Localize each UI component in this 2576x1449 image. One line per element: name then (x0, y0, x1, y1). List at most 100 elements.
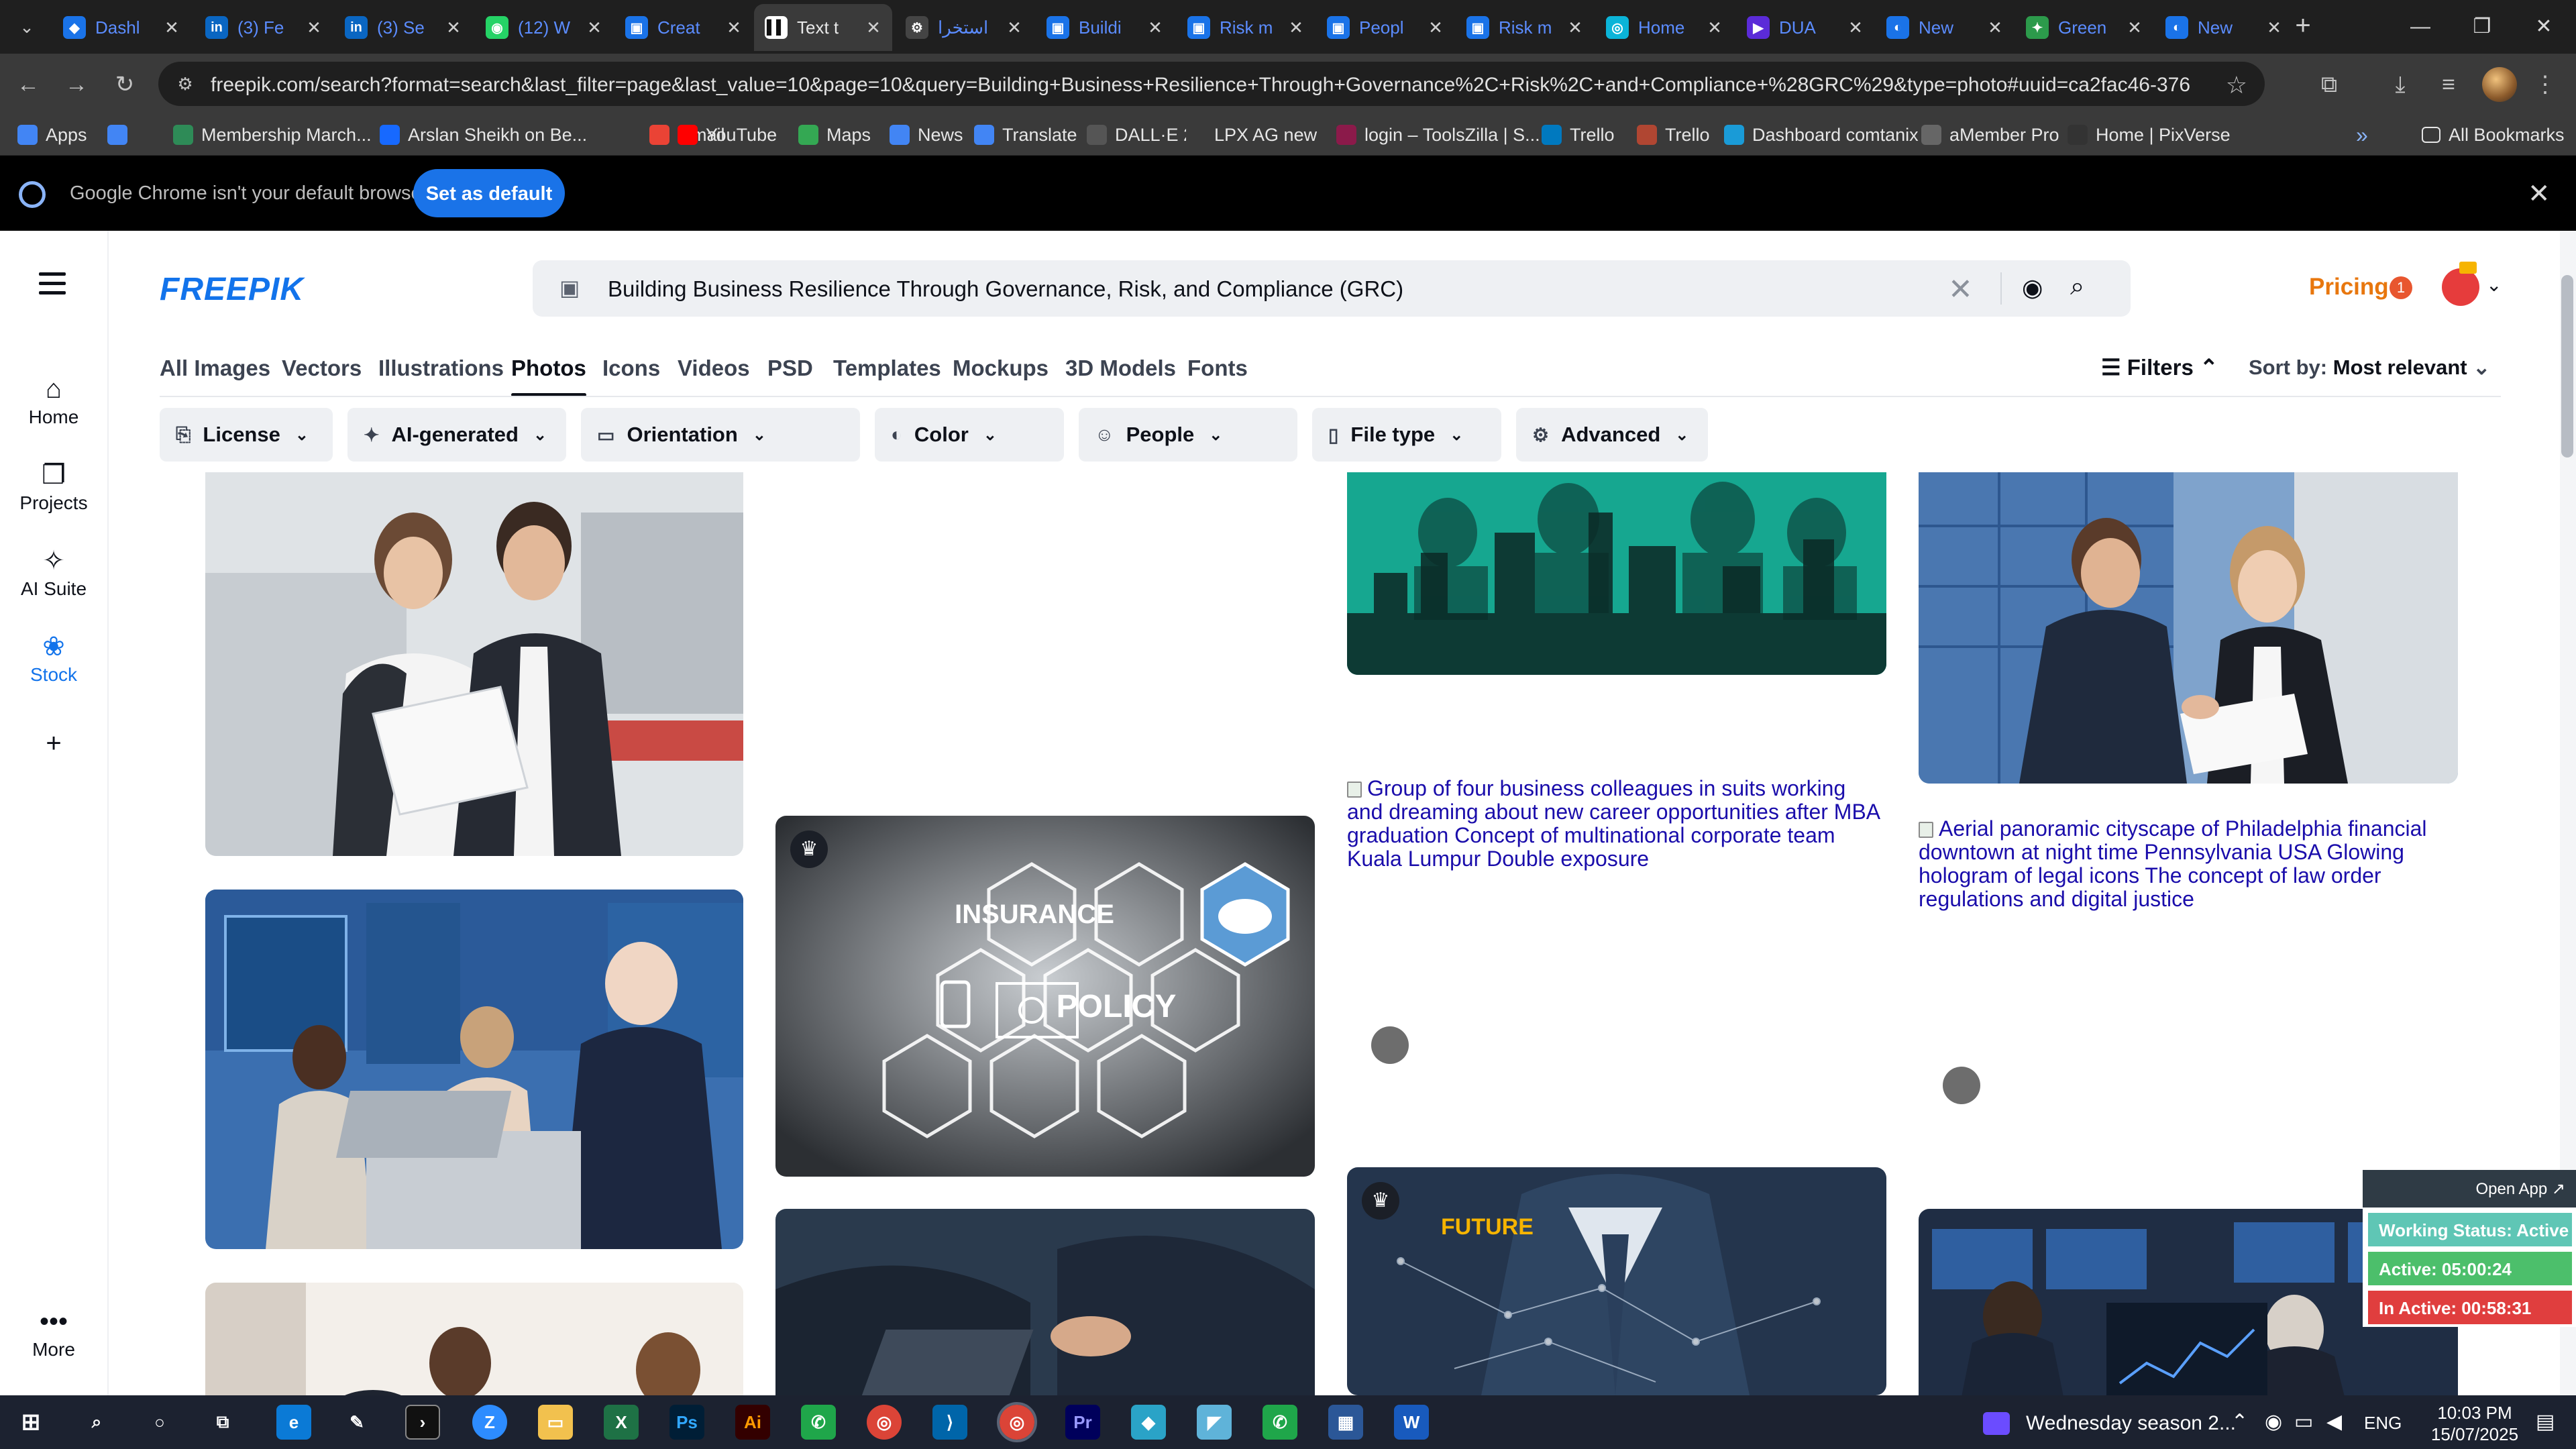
tab-3d-models[interactable]: 3D Models (1065, 356, 1176, 381)
file-explorer-icon[interactable]: ▭ (538, 1405, 573, 1440)
bookmark-item[interactable]: DALL·E 2 (1087, 122, 1193, 148)
tray-overflow-icon[interactable]: ⌃ (2231, 1410, 2248, 1434)
image-card-server-room-team[interactable] (205, 890, 743, 1249)
downloads-icon[interactable]: ⤓ (2384, 68, 2416, 101)
reading-list-icon[interactable]: ≡ (2432, 68, 2465, 101)
tab-close-icon[interactable]: ✕ (1146, 17, 1165, 38)
browser-tab[interactable]: ⚙ استخرا ✕ (895, 4, 1033, 51)
search-icon[interactable]: ⌕ (79, 1405, 114, 1440)
phone-app-icon[interactable]: ✆ (801, 1405, 836, 1440)
image-card-future-network[interactable]: FUTURE ♛ (1347, 1167, 1886, 1395)
search-input[interactable]: Building Business Resilience Through Gov… (608, 276, 1403, 302)
tab-close-icon[interactable]: ✕ (2265, 17, 2284, 38)
tab-close-icon[interactable]: ✕ (724, 17, 743, 38)
browser-tab[interactable]: ◉ (12) W ✕ (475, 4, 613, 51)
bookmark-item[interactable]: aMember Pro (1921, 122, 2059, 148)
photoshop-icon[interactable]: Ps (669, 1405, 704, 1440)
search-icon[interactable]: ⌕ (2070, 272, 2084, 301)
word-icon[interactable]: W (1394, 1405, 1429, 1440)
tab-fonts[interactable]: Fonts (1187, 356, 1248, 381)
chrome-icon[interactable]: ◎ (867, 1405, 902, 1440)
tab-illustrations[interactable]: Illustrations (378, 356, 504, 381)
image-card-insurance-policy[interactable]: INSURANCE POLICY ♛ (775, 816, 1315, 1177)
chrome-active-icon[interactable]: ◎ (997, 1402, 1037, 1442)
browser-tab[interactable]: ▶ DUA ✕ (1736, 4, 1874, 51)
tab-close-icon[interactable]: ✕ (2125, 17, 2144, 38)
language-indicator[interactable]: ENG (2364, 1413, 2402, 1434)
tab-search-chevron-icon[interactable]: ⌄ (12, 12, 42, 42)
clear-search-icon[interactable]: ✕ (1948, 272, 1973, 307)
app-icon[interactable]: ◤ (1197, 1405, 1232, 1440)
edge-icon[interactable]: e (276, 1405, 311, 1440)
hamburger-menu-icon[interactable] (39, 272, 66, 301)
filter-chip-orientation[interactable]: ▭ Orientation ⌄ (581, 408, 860, 462)
image-card-handshake-contract[interactable] (1919, 472, 2458, 784)
notifications-icon[interactable]: ▤ (2536, 1410, 2555, 1434)
nav-stock[interactable]: ❀ Stock (0, 629, 107, 686)
bookmark-item[interactable]: Trello (1542, 122, 1615, 148)
tab-close-icon[interactable]: ✕ (444, 17, 463, 38)
browser-tab[interactable]: ▣ Creat ✕ (614, 4, 753, 51)
tab-close-icon[interactable]: ✕ (1986, 17, 2004, 38)
open-app-link[interactable]: Open App ↗ (2363, 1170, 2576, 1208)
pen-icon[interactable]: ✎ (339, 1405, 374, 1440)
tab-icons[interactable]: Icons (602, 356, 660, 381)
tab-close-icon[interactable]: ✕ (1846, 17, 1865, 38)
bookmark-item[interactable]: News (890, 122, 963, 148)
bookmark-item[interactable]: Apps (17, 122, 87, 148)
browser-tab[interactable]: ▌▌ Text t ✕ (754, 4, 892, 51)
reload-button[interactable]: ↻ (109, 68, 141, 101)
image-card-teal-city-silhouettes[interactable] (1347, 472, 1886, 675)
tab-close-icon[interactable]: ✕ (585, 17, 604, 38)
bookmark-item[interactable]: Maps (798, 122, 871, 148)
browser-tab[interactable]: in (3) Fe ✕ (195, 4, 333, 51)
network-icon[interactable]: ▭ (2294, 1410, 2313, 1434)
nav-add[interactable]: + (0, 726, 107, 761)
browser-tab[interactable]: ◎ Home ✕ (1595, 4, 1733, 51)
phone-app-icon[interactable]: ✆ (1263, 1405, 1297, 1440)
calculator-icon[interactable]: ▦ (1328, 1405, 1363, 1440)
set-default-button[interactable]: Set as default (413, 169, 565, 217)
sort-by-control[interactable]: Sort by: Most relevant ⌄ (2249, 356, 2490, 380)
new-tab-button[interactable]: + (2288, 11, 2318, 42)
nav-projects[interactable]: ❐ Projects (0, 458, 107, 514)
bookmark-item[interactable]: Home | PixVerse (2068, 122, 2231, 148)
infobar-close-icon[interactable]: ✕ (2528, 178, 2551, 209)
back-button[interactable]: ← (12, 68, 44, 101)
tab-psd[interactable]: PSD (767, 356, 813, 381)
nav-ai-suite[interactable]: ✧ AI Suite (0, 543, 107, 600)
filter-chip-license[interactable]: ⎘ License ⌄ (160, 408, 333, 462)
close-window-button[interactable]: ✕ (2512, 7, 2576, 47)
browser-tab[interactable]: ✦ Green ✕ (2015, 4, 2153, 51)
broken-image-alt-2[interactable]: Aerial panoramic cityscape of Philadelph… (1919, 817, 2455, 911)
profile-avatar[interactable] (2482, 67, 2517, 102)
browser-tab[interactable]: ▣ Risk m ✕ (1456, 4, 1594, 51)
omnibox[interactable]: ⚙ freepik.com/search?format=search&last_… (158, 62, 2265, 106)
bookmark-item[interactable]: Membership March... (173, 122, 372, 148)
all-bookmarks-button[interactable]: All Bookmarks (2422, 122, 2565, 148)
tab-templates[interactable]: Templates (833, 356, 941, 381)
illustrator-icon[interactable]: Ai (735, 1405, 770, 1440)
bookmark-item[interactable]: login – ToolsZilla | S... (1336, 122, 1540, 148)
task-view-icon[interactable]: ⧉ (205, 1405, 240, 1440)
extensions-icon[interactable]: ⧉ (2313, 68, 2345, 101)
tab-close-icon[interactable]: ✕ (305, 17, 323, 38)
bookmark-item[interactable]: LPX AG new (1186, 122, 1317, 148)
notifications-button[interactable]: 1 (2390, 272, 2419, 302)
nav-more[interactable]: ••• More (0, 1304, 107, 1360)
nav-home[interactable]: ⌂ Home (0, 372, 107, 428)
bookmark-item[interactable]: Translate (974, 122, 1077, 148)
tab-close-icon[interactable]: ✕ (1005, 17, 1024, 38)
app-icon[interactable]: ◆ (1131, 1405, 1166, 1440)
browser-tab[interactable]: ▣ Risk m ✕ (1177, 4, 1315, 51)
tab-videos[interactable]: Videos (678, 356, 750, 381)
chevron-down-icon[interactable]: ⌄ (2486, 274, 2502, 296)
system-clock[interactable]: 10:03 PM 15/07/2025 (2426, 1402, 2524, 1445)
browser-tab[interactable]: in (3) Se ✕ (334, 4, 472, 51)
bookmark-item[interactable]: Dashboard comtanix (1724, 122, 1919, 148)
filter-chip-advanced[interactable]: ⚙ Advanced ⌄ (1516, 408, 1708, 462)
image-card-business-documents[interactable] (205, 472, 743, 856)
url-text[interactable]: freepik.com/search?format=search&last_fi… (211, 74, 2190, 97)
filters-toggle[interactable]: ☰ Filters ⌃ (2101, 354, 2218, 380)
bookmark-item[interactable]: Trello (1637, 122, 1710, 148)
